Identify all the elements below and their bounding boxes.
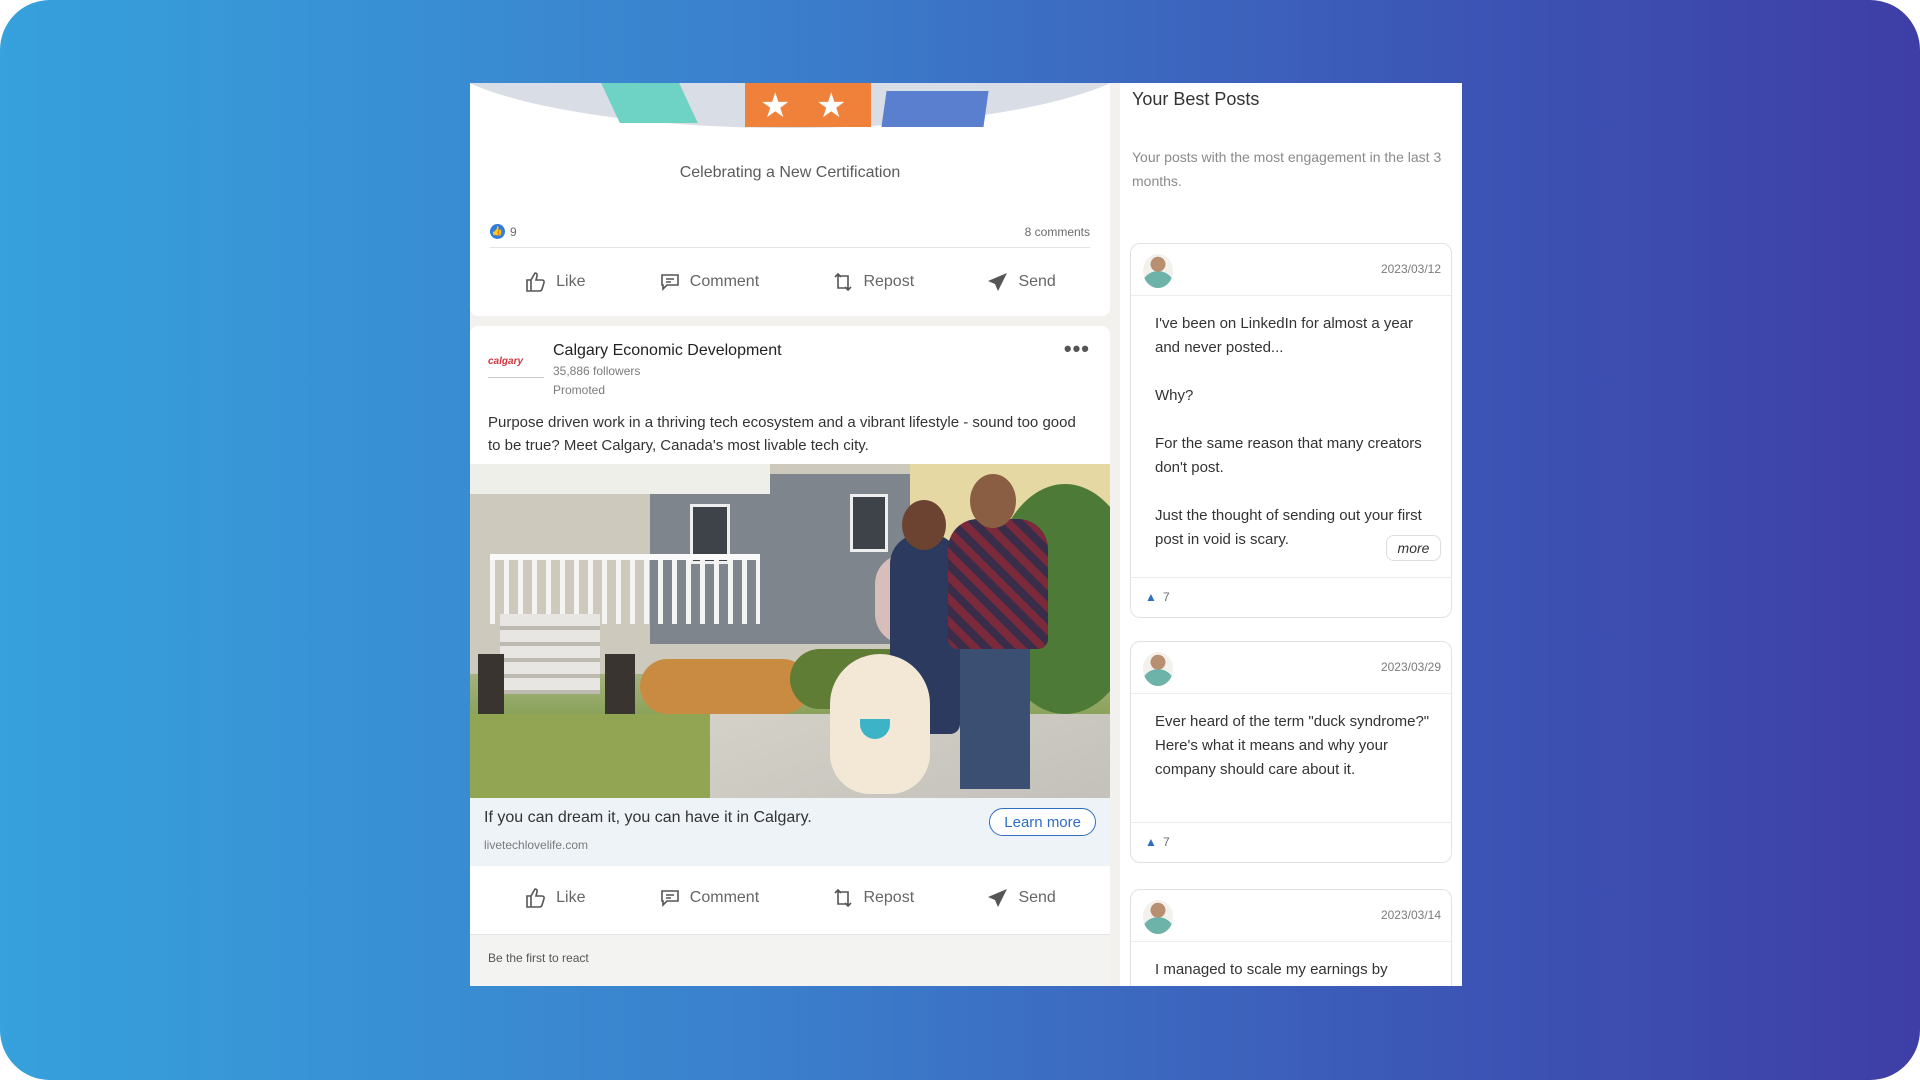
cta-headline: If you can dream it, you can have it in …	[484, 809, 812, 826]
best-post-card[interactable]: 2023/03/29 Ever heard of the term "duck …	[1130, 641, 1452, 863]
best-post-text: Ever heard of the term "duck syndrome?" …	[1155, 710, 1440, 782]
star-icon: ★	[760, 87, 791, 125]
repost-icon	[834, 272, 853, 292]
best-post-text: I've been on LinkedIn for almost a year …	[1155, 312, 1440, 552]
follower-count: 35,886 followers	[553, 364, 641, 378]
send-button[interactable]: Send	[986, 886, 1056, 910]
cta-domain: livetechlovelife.com	[484, 838, 589, 852]
like-label: Like	[556, 889, 586, 906]
best-post-header: 2023/03/12	[1131, 244, 1451, 296]
post-text: Purpose driven work in a thriving tech e…	[488, 414, 1076, 454]
repost-button[interactable]: Repost	[831, 886, 914, 910]
post-actions: Like Comment Repost Send	[470, 874, 1110, 922]
like-label: Like	[556, 273, 586, 290]
best-post-footer: ▲ 7	[1131, 822, 1451, 862]
star-icon: ★	[816, 87, 847, 125]
send-label: Send	[1018, 273, 1056, 290]
best-post-text: I managed to scale my earnings by	[1155, 958, 1440, 982]
best-post-footer: ▲ 7	[1131, 577, 1451, 617]
post-paragraph: Ever heard of the term "duck syndrome?" …	[1155, 713, 1430, 778]
best-posts-panel: Your Best Posts Your posts with the most…	[1120, 83, 1462, 986]
post-paragraph: I've been on LinkedIn for almost a year …	[1155, 315, 1414, 356]
certification-post: ★ ★ Celebrating a New Certification 👍 9 …	[470, 83, 1110, 316]
ad-image[interactable]	[470, 464, 1110, 798]
repost-label: Repost	[863, 889, 915, 906]
best-post-header: 2023/03/14	[1131, 890, 1451, 942]
social-counts: 👍 9 8 comments	[490, 224, 1090, 248]
repost-icon	[834, 888, 853, 908]
comment-button[interactable]: Comment	[658, 270, 759, 294]
promoted-post: calgary Calgary Economic Development 35,…	[470, 326, 1110, 986]
first-react-bar: Be the first to react	[470, 934, 1110, 986]
comments-count[interactable]: 8 comments	[1025, 225, 1090, 239]
send-icon	[988, 889, 1008, 907]
avatar[interactable]	[1143, 900, 1173, 934]
screenshot-frame: ★ ★ Celebrating a New Certification 👍 9 …	[470, 83, 1462, 986]
avatar[interactable]	[1143, 652, 1173, 686]
company-name[interactable]: Calgary Economic Development	[553, 342, 782, 360]
certification-banner: ★ ★	[470, 83, 1110, 131]
panel-title: Your Best Posts	[1132, 89, 1260, 109]
like-button[interactable]: Like	[524, 886, 586, 910]
company-logo[interactable]: calgary	[488, 356, 544, 378]
panel-subtitle: Your posts with the most engagement in t…	[1132, 149, 1442, 189]
like-reaction-icon[interactable]: 👍	[490, 224, 505, 239]
more-dots-icon[interactable]: •••	[1064, 336, 1090, 362]
best-post-card[interactable]: 2023/03/12 I've been on LinkedIn for alm…	[1130, 243, 1452, 618]
comment-label: Comment	[689, 889, 760, 906]
promoted-label: Promoted	[553, 383, 606, 397]
comment-label: Comment	[689, 273, 760, 290]
first-react-text: Be the first to react	[488, 951, 589, 965]
like-button[interactable]: Like	[524, 270, 586, 294]
more-button[interactable]: more	[1386, 535, 1441, 561]
send-icon	[988, 273, 1008, 291]
like-count[interactable]: 7	[1163, 835, 1170, 849]
presentation-background: ★ ★ Celebrating a New Certification 👍 9 …	[0, 0, 1920, 1080]
best-post-header: 2023/03/29	[1131, 642, 1451, 694]
post-title: Celebrating a New Certification	[679, 164, 901, 181]
cta-bar[interactable]: If you can dream it, you can have it in …	[470, 798, 1110, 866]
feed: ★ ★ Celebrating a New Certification 👍 9 …	[470, 83, 1110, 986]
thumbs-up-icon: ▲	[1145, 835, 1157, 849]
send-button[interactable]: Send	[986, 270, 1056, 294]
repost-button[interactable]: Repost	[831, 270, 914, 294]
repost-label: Repost	[863, 273, 915, 290]
comment-icon	[660, 274, 679, 291]
post-date: 2023/03/12	[1380, 262, 1441, 276]
comment-button[interactable]: Comment	[658, 886, 759, 910]
post-paragraph: I managed to scale my earnings by	[1155, 961, 1388, 978]
best-post-card[interactable]: 2023/03/14 I managed to scale my earning…	[1130, 889, 1452, 986]
reaction-count[interactable]: 9	[510, 225, 517, 239]
post-date: 2023/03/29	[1380, 660, 1441, 674]
post-date: 2023/03/14	[1380, 908, 1441, 922]
comment-icon	[660, 890, 679, 907]
send-label: Send	[1018, 889, 1056, 906]
like-count[interactable]: 7	[1163, 590, 1170, 604]
learn-more-button[interactable]: Learn more	[989, 808, 1096, 836]
post-paragraph: For the same reason that many creators d…	[1155, 435, 1422, 476]
like-icon	[526, 888, 546, 908]
avatar[interactable]	[1143, 254, 1173, 288]
like-icon	[526, 272, 546, 292]
post-paragraph: Why?	[1155, 387, 1194, 404]
thumbs-up-icon: ▲	[1145, 590, 1157, 604]
post-actions: Like Comment Repost Send	[470, 258, 1110, 306]
